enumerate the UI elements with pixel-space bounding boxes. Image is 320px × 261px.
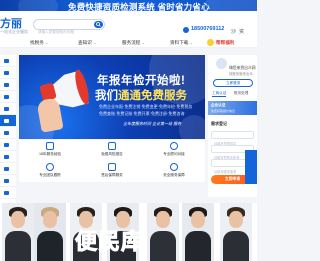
site-logo-tagline: 一站式企业服务 — [0, 29, 28, 34]
category-icon — [4, 143, 9, 147]
sidebar-item[interactable] — [0, 187, 16, 199]
team-photo[interactable] — [182, 203, 214, 261]
hero-services-line-2: 免费查账·免费记账·免费开票·免费注册·免费咨询 — [99, 111, 185, 116]
search-box — [33, 19, 105, 37]
team-photo[interactable] — [220, 203, 252, 261]
category-icon — [4, 95, 9, 99]
sidebar-item[interactable] — [0, 175, 16, 187]
header-icon-sand[interactable]: 沙 — [231, 28, 236, 35]
chevron-down-icon: ⌄ — [189, 40, 194, 45]
chevron-down-icon: ⌄ — [44, 40, 49, 45]
top-promo-banner[interactable]: 免费快捷资质检测系统 省时省力省心 — [0, 0, 257, 11]
sidebar-item-active[interactable] — [0, 115, 16, 127]
sidebar-item[interactable] — [0, 103, 16, 115]
hero-subheadline: 我们通通免费服务 — [95, 90, 187, 102]
promo-card[interactable]: 企业认证 免费获取报价信息 — [208, 101, 257, 115]
category-icon — [4, 131, 9, 135]
support-icon — [108, 163, 116, 171]
category-sidebar — [0, 55, 16, 205]
nav-item-process[interactable]: 服务流程⌄ — [122, 40, 145, 46]
category-icon — [4, 83, 9, 87]
promo-badge-icon — [207, 39, 214, 46]
hero-headline: 年报年检开始啦! — [97, 75, 186, 87]
sidebar-item[interactable] — [0, 139, 16, 151]
service-grid: 18年服务经验 免费风险报告 专业顾问对接 专业团队跟踪 售后保障服务 安全服务… — [19, 140, 205, 182]
tab-business[interactable]: 工商认证 — [212, 91, 227, 97]
avatar — [216, 58, 227, 69]
service-item[interactable]: 安全服务保障 — [143, 161, 205, 182]
service-item[interactable]: 18年服务经验 — [19, 140, 81, 161]
hero-banner[interactable]: 年报年检开始啦! 我们通通免费服务 免费企业年报·免费注销·免费变更·免费年检·… — [19, 55, 205, 139]
sidebar-item[interactable] — [0, 151, 16, 163]
chevron-down-icon: ⌄ — [92, 40, 97, 45]
nav-item-knowledge[interactable]: 查知识⌄ — [78, 40, 97, 46]
sidebar-item[interactable] — [0, 55, 16, 67]
search-icon — [96, 22, 101, 27]
sidebar-item[interactable] — [0, 67, 16, 79]
team-icon — [46, 163, 54, 171]
search-button[interactable] — [94, 21, 103, 28]
chevron-down-icon: ⌄ — [141, 40, 146, 45]
header-icon-qual[interactable]: 资 — [239, 28, 244, 35]
hero-services-line: 免费企业年报·免费注销·免费变更·免费年检·免费税务 — [99, 104, 193, 109]
nav-item-downloads[interactable]: 资料下载⌄ — [170, 40, 193, 46]
hero-tagline: 全年度服务时间 企业第一站 服务 — [123, 121, 182, 126]
team-photo[interactable] — [34, 203, 66, 261]
category-icon — [4, 179, 9, 183]
sidebar-item[interactable] — [0, 79, 16, 91]
experience-icon — [46, 142, 54, 150]
floating-contact-bar[interactable] — [245, 150, 257, 184]
service-item[interactable]: 免费风险报告 — [81, 140, 143, 161]
category-icon — [4, 107, 9, 111]
team-photo[interactable] — [2, 203, 34, 261]
tab-accounting[interactable]: 账务处理 — [234, 91, 248, 96]
hotline-number[interactable]: 18500769112 — [191, 26, 224, 32]
site-header: 方丽 一站式企业服务 18500769112 沙 资 — [0, 11, 257, 38]
nav-promo-link[interactable]: 帮帮福利 — [216, 40, 234, 46]
service-item[interactable]: 专业团队跟踪 — [19, 161, 81, 182]
top-promo-text: 免费快捷资质检测系统 省时省力省心 — [68, 2, 210, 11]
page: 免费快捷资质检测系统 省时省力省心 方丽 一站式企业服务 18500769112… — [0, 0, 257, 261]
form-title: 需求登记 — [211, 121, 227, 126]
watermark-text: 便民库 — [74, 229, 145, 255]
login-button[interactable]: 立即登录 — [213, 79, 253, 87]
phone-icon — [183, 27, 189, 33]
welcome-subtext: 找账务就来出众 — [229, 72, 253, 76]
sidebar-item[interactable] — [0, 91, 16, 103]
sidebar-item[interactable] — [0, 163, 16, 175]
category-icon — [4, 167, 9, 171]
report-icon — [108, 142, 116, 150]
shield-icon — [170, 163, 178, 171]
name-field-wrap — [211, 131, 254, 147]
team-photo[interactable] — [147, 203, 179, 261]
service-item[interactable]: 专业顾问对接 — [143, 140, 205, 161]
nav-item-tax[interactable]: 找税务⌄ — [30, 40, 49, 46]
sidebar-item[interactable] — [0, 127, 16, 139]
category-icon — [4, 191, 9, 195]
category-icon — [4, 155, 9, 159]
category-icon — [4, 71, 9, 75]
main-nav: 找税务⌄ 查知识⌄ 服务流程⌄ 资料下载⌄ 帮帮福利 — [0, 38, 257, 48]
advisor-icon — [170, 142, 178, 150]
search-input[interactable] — [34, 27, 94, 37]
category-icon — [4, 59, 9, 63]
category-icon — [4, 119, 9, 123]
service-item[interactable]: 售后保障服务 — [81, 161, 143, 182]
